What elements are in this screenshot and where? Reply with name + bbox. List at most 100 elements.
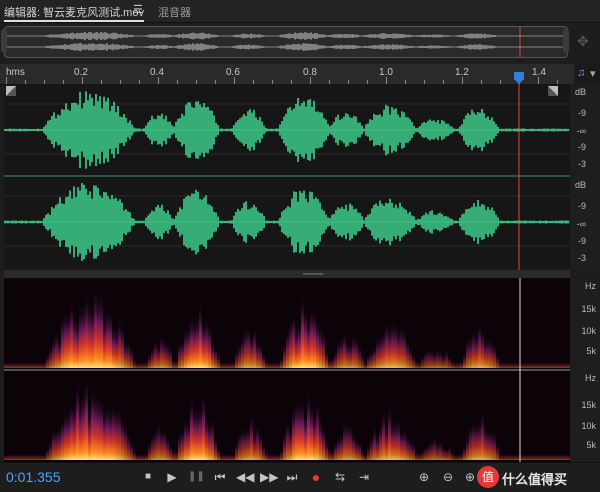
zoom-navigator-icon[interactable]: ✥: [577, 33, 589, 50]
spectrogram-column: [445, 448, 448, 460]
spectrogram-column: [139, 454, 142, 460]
spectrogram-column: [247, 426, 250, 460]
db-label: -9: [577, 236, 586, 246]
spectrogram-column: [448, 445, 451, 460]
spectrogram-column: [400, 325, 403, 368]
spectrogram-column: [481, 329, 484, 368]
spectrogram-column: [484, 338, 487, 368]
spectrogram-column: [433, 352, 436, 368]
skip-selection-icon[interactable]: ⇥: [356, 469, 372, 485]
spectrogram-column: [145, 453, 148, 460]
spectrogram-column: [235, 442, 238, 460]
spectrogram-column: [34, 454, 37, 460]
tab-mixer[interactable]: 混音器: [158, 4, 191, 20]
spectrogram-column: [301, 295, 304, 368]
spectrogram-column: [163, 339, 166, 368]
spectrogram-column: [316, 319, 319, 368]
rewind-icon[interactable]: ◀◀: [236, 469, 254, 485]
tab-editor[interactable]: 编辑器: 智云麦克风测试.mov: [4, 4, 144, 20]
spectrogram-column: [538, 362, 541, 368]
spectrogram-column: [460, 453, 463, 460]
spectrogram-column: [232, 362, 235, 368]
spectrogram-column: [175, 450, 178, 460]
spectrogram-column: [103, 410, 106, 460]
playhead-marker-icon[interactable]: [513, 72, 525, 84]
spectrogram-column: [208, 420, 211, 460]
headphone-icon[interactable]: ♫: [577, 67, 585, 79]
hz-scale: Hz 15k 10k 5k Hz 15k 10k 5k: [570, 278, 600, 462]
spectrogram-column: [361, 353, 364, 368]
divider-grip[interactable]: [303, 273, 323, 275]
view-divider[interactable]: [4, 270, 570, 278]
spectrogram-column: [553, 362, 556, 368]
pause-icon[interactable]: ❚❚: [188, 469, 205, 485]
hz-label: 10k: [581, 326, 596, 336]
spectrogram-column: [97, 293, 100, 368]
spectrogram-column: [241, 428, 244, 460]
go-to-end-icon[interactable]: ⏭: [284, 469, 300, 485]
spectrogram-column: [238, 344, 241, 368]
spectrogram-column: [16, 454, 19, 460]
spectrogram-column: [4, 362, 7, 368]
spectrogram-column: [190, 396, 193, 460]
zoom-in-amplitude-icon[interactable]: ⊕: [416, 469, 432, 485]
pin-icon[interactable]: ▾: [590, 67, 596, 80]
overview-left-handle[interactable]: [1, 29, 7, 53]
spectrogram-column: [445, 350, 448, 368]
ruler-label: 0.6: [226, 67, 240, 78]
spectrogram-column: [61, 316, 64, 368]
spectrogram-column: [526, 454, 529, 460]
spectrogram-column: [379, 335, 382, 368]
spectrogram-column: [472, 420, 475, 460]
spectrogram-column: [385, 426, 388, 460]
play-icon[interactable]: ▶: [164, 469, 180, 485]
overview-navigator[interactable]: [4, 26, 568, 58]
spectrogram-column: [409, 439, 412, 460]
spectrogram-column: [373, 426, 376, 460]
current-time[interactable]: 0:01.355: [6, 469, 61, 485]
spectrogram-column: [454, 362, 457, 368]
record-icon[interactable]: ●: [308, 469, 324, 485]
spectrogram-column: [253, 327, 256, 368]
spectrogram-column: [91, 388, 94, 460]
spectrogram-column: [298, 322, 301, 368]
spectrogram-column: [316, 401, 319, 460]
time-ruler[interactable]: hms 0.2 0.4 0.6 0.8 1.0 1.2 1.4: [0, 64, 600, 85]
fast-forward-icon[interactable]: ▶▶: [260, 469, 278, 485]
spectrogram-column: [220, 454, 223, 460]
spectrogram-column: [529, 362, 532, 368]
spectrogram-column: [310, 307, 313, 368]
spectrogram-column: [103, 318, 106, 368]
spectrogram-column: [394, 322, 397, 368]
spectrogram-column: [193, 407, 196, 460]
spectral-display[interactable]: [4, 278, 570, 462]
spectrogram-column: [481, 411, 484, 460]
spectrogram-column: [361, 450, 364, 460]
go-to-start-icon[interactable]: ⏮: [212, 469, 228, 485]
spectrogram-column: [52, 429, 55, 460]
spectrogram-column: [280, 357, 283, 368]
waveform-display[interactable]: [4, 84, 570, 270]
spectrogram-column: [541, 362, 544, 368]
spectrogram-column: [193, 320, 196, 368]
spectrogram-column: [94, 392, 97, 460]
spectrogram-column: [466, 436, 469, 460]
spectrogram-column: [124, 423, 127, 460]
spectrogram-column: [211, 341, 214, 368]
spectrogram-column: [43, 362, 46, 368]
spectrogram-column: [241, 335, 244, 368]
hamburger-icon[interactable]: ☰: [133, 3, 143, 16]
zoom-out-amplitude-icon[interactable]: ⊖: [440, 469, 456, 485]
stop-icon[interactable]: ■: [140, 469, 156, 485]
waveform-svg: [4, 84, 570, 270]
loop-icon[interactable]: ⇆: [332, 469, 348, 485]
spectrogram-column: [427, 443, 430, 460]
spectrogram-column: [13, 454, 16, 460]
spectrogram-column: [7, 454, 10, 460]
spectrogram-column: [130, 441, 133, 460]
spectrogram-column: [412, 441, 415, 460]
spectrogram-column: [397, 328, 400, 368]
overview-right-handle[interactable]: [563, 29, 569, 53]
ruler-tick: [462, 77, 463, 84]
spectrogram-column: [55, 429, 58, 460]
